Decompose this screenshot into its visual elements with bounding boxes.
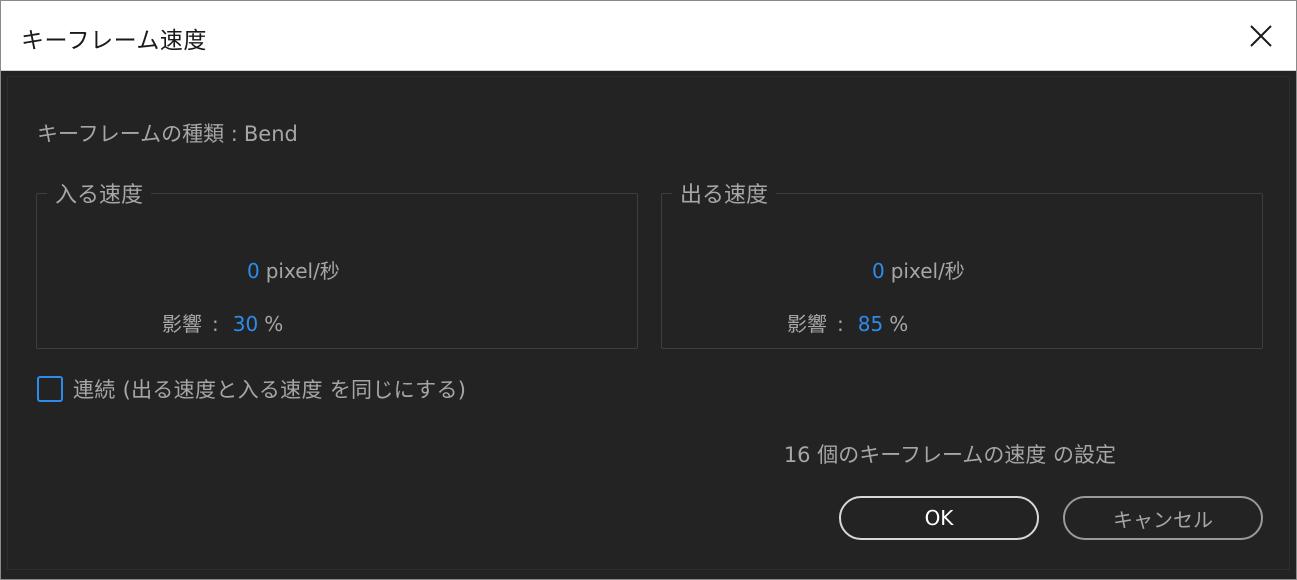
incoming-velocity-legend: 入る速度: [55, 183, 144, 208]
incoming-influence-row: 影響:30%: [162, 308, 283, 337]
incoming-influence-unit: %: [264, 312, 284, 336]
continuous-label[interactable]: 連続 (出る速度と入る速度 を同じにする): [73, 374, 466, 404]
outgoing-influence-row: 影響:85%: [787, 308, 908, 337]
close-button[interactable]: [1226, 1, 1296, 71]
incoming-speed-unit: pixel/秒: [265, 259, 340, 283]
keyframe-type-label: キーフレームの種類 :: [37, 122, 238, 146]
continuous-option[interactable]: 連続 (出る速度と入る速度 を同じにする): [37, 374, 466, 404]
incoming-influence-value[interactable]: 30: [233, 312, 258, 336]
incoming-speed-row: 0 pixel/秒: [247, 255, 340, 284]
outgoing-influence-label: 影響: [787, 312, 827, 336]
outgoing-influence-colon: :: [837, 312, 844, 336]
keyframe-count-summary: 16 個のキーフレームの速度 の設定: [783, 443, 1116, 467]
outgoing-velocity-group: 出る速度 0 pixel/秒 影響:85%: [661, 177, 1263, 349]
incoming-velocity-group: 入る速度 0 pixel/秒 影響:30%: [36, 177, 638, 349]
outgoing-speed-value[interactable]: 0: [872, 259, 885, 283]
outgoing-speed-unit: pixel/秒: [890, 259, 965, 283]
keyframe-type-value: Bend: [243, 122, 298, 146]
incoming-influence-colon: :: [212, 312, 219, 336]
close-icon: [1250, 25, 1272, 47]
incoming-speed-value[interactable]: 0: [247, 259, 260, 283]
outgoing-influence-value[interactable]: 85: [858, 312, 883, 336]
ok-button[interactable]: OK: [839, 496, 1039, 540]
dialog-title: キーフレーム速度: [21, 28, 207, 54]
outgoing-speed-row: 0 pixel/秒: [872, 255, 965, 284]
incoming-influence-label: 影響: [162, 312, 202, 336]
outgoing-velocity-legend: 出る速度: [680, 183, 769, 208]
keyframe-velocity-dialog: キーフレーム速度 キーフレームの種類 : Bend 入る速度 0 pixel/秒 影…: [0, 0, 1297, 580]
dialog-body: キーフレームの種類 : Bend 入る速度 0 pixel/秒 影響:30% 出る速…: [1, 72, 1296, 573]
title-bar: キーフレーム速度: [1, 1, 1296, 71]
continuous-checkbox[interactable]: [37, 376, 63, 402]
keyframe-type: キーフレームの種類 : Bend: [37, 118, 298, 148]
outgoing-influence-unit: %: [889, 312, 909, 336]
cancel-button[interactable]: キャンセル: [1063, 496, 1263, 540]
